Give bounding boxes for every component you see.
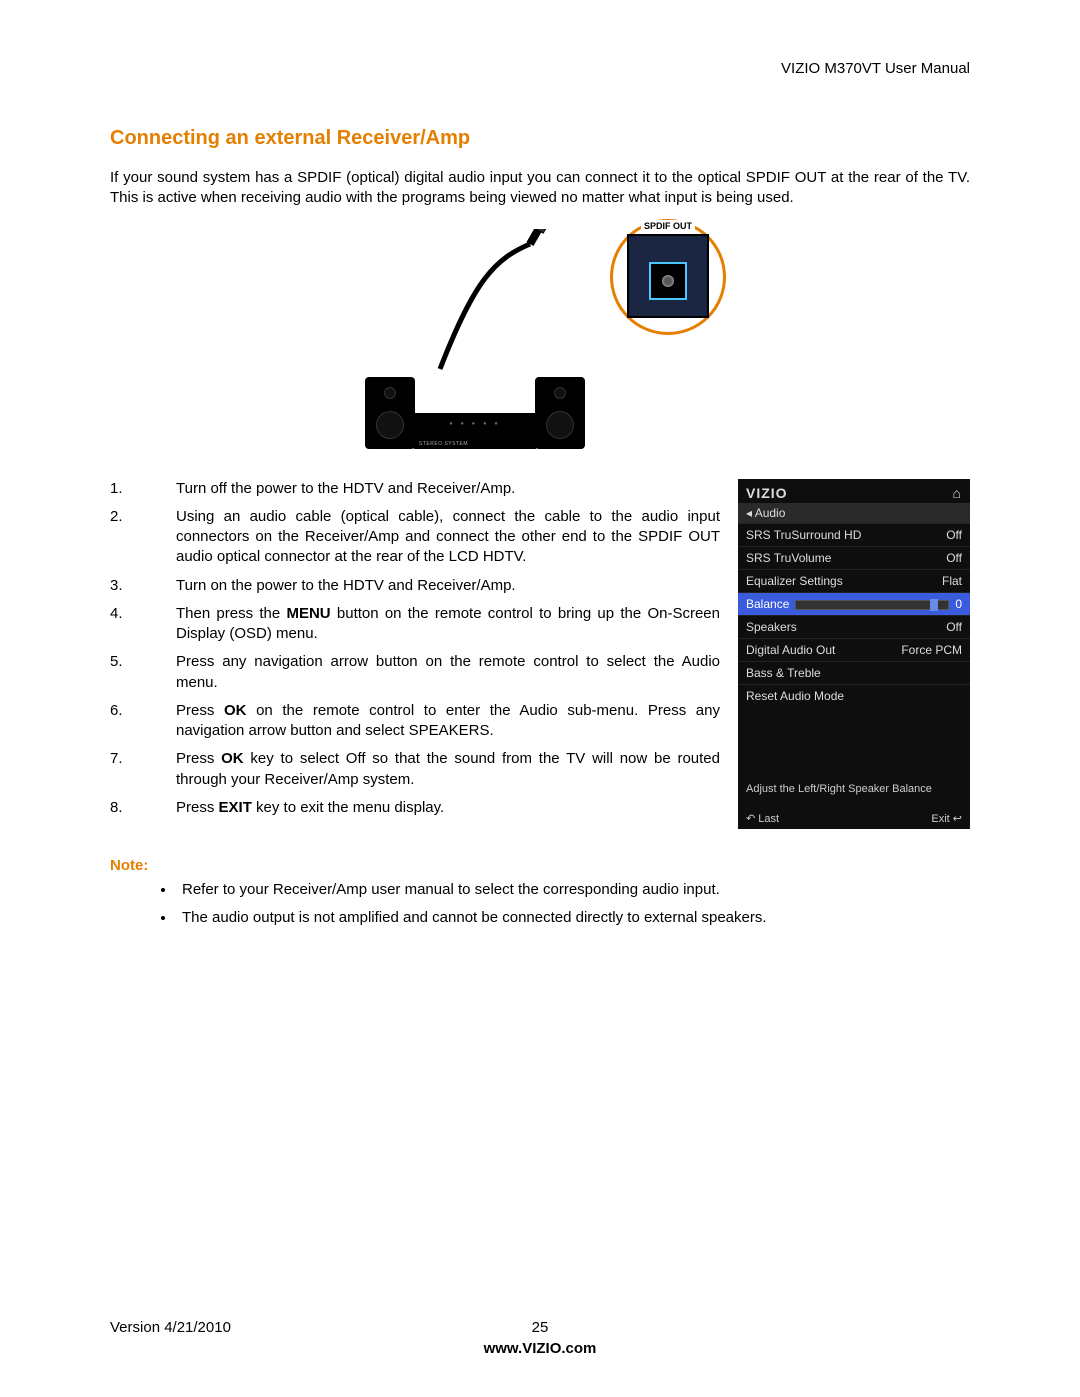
amplifier-icon: ● ● ● ● ● STEREO SYSTEM (413, 413, 537, 449)
note-label: Note: (110, 857, 970, 874)
back-arrow-icon: ◂ (746, 506, 755, 520)
osd-row-value: Off (946, 528, 962, 542)
osd-row-5: Digital Audio Out Force PCM (738, 638, 970, 661)
osd-row-label: Bass & Treble (746, 666, 821, 680)
osd-menu-title: ◂ Audio (738, 503, 970, 523)
osd-brand: VIZIO (746, 485, 788, 501)
osd-row-label: Reset Audio Mode (746, 689, 844, 703)
footer-url: www.VIZIO.com (110, 1340, 970, 1357)
osd-row-2: Equalizer Settings Flat (738, 569, 970, 592)
osd-help-text: Adjust the Left/Right Speaker Balance (746, 783, 962, 795)
amp-label: STEREO SYSTEM (419, 441, 468, 447)
speaker-left-icon (365, 377, 415, 449)
figure-speakers-amp: ● ● ● ● ● STEREO SYSTEM (365, 219, 585, 449)
osd-screenshot: VIZIO ⌂ ◂ Audio SRS TruSurround HDOffSRS… (738, 479, 970, 829)
step-2: Using an audio cable (optical cable), co… (110, 507, 720, 568)
osd-row-7: Reset Audio Mode (738, 684, 970, 707)
footer-page-number: 25 (532, 1319, 549, 1336)
osd-row-value: Off (946, 620, 962, 634)
spdif-panel-icon (627, 234, 709, 318)
home-icon: ⌂ (953, 485, 962, 501)
doc-title: VIZIO M370VT User Manual (110, 60, 970, 77)
spdif-label: SPDIF OUT (641, 220, 695, 232)
osd-row-value: Flat (942, 574, 962, 588)
osd-row-value: Off (946, 551, 962, 565)
step-8: Press EXIT key to exit the menu display. (110, 798, 720, 818)
osd-row-4: Speakers Off (738, 615, 970, 638)
osd-row-label: Digital Audio Out (746, 643, 835, 657)
osd-row-label: Balance (746, 597, 789, 611)
osd-row-value: 0 (955, 597, 962, 611)
step-1: Turn off the power to the HDTV and Recei… (110, 479, 720, 499)
osd-row-value: Force PCM (901, 643, 962, 657)
steps-list: Turn off the power to the HDTV and Recei… (110, 479, 720, 829)
optical-cable-icon (435, 229, 585, 379)
step-4: Then press the MENU button on the remote… (110, 604, 720, 645)
step-3: Turn on the power to the HDTV and Receiv… (110, 576, 720, 596)
step-5: Press any navigation arrow button on the… (110, 652, 720, 693)
osd-slider-icon (795, 600, 949, 610)
footer-version: Version 4/21/2010 (110, 1319, 231, 1336)
page-footer: Version 4/21/2010 25 www.VIZIO.com (110, 1319, 970, 1357)
notes-list: Refer to your Receiver/Amp user manual t… (110, 880, 970, 929)
note-1: Refer to your Receiver/Amp user manual t… (176, 880, 970, 900)
osd-row-1: SRS TruVolume Off (738, 546, 970, 569)
osd-row-label: Equalizer Settings (746, 574, 843, 588)
intro-paragraph: If your sound system has a SPDIF (optica… (110, 168, 970, 209)
section-title: Connecting an external Receiver/Amp (110, 127, 970, 150)
osd-row-label: SRS TruVolume (746, 551, 831, 565)
osd-row-0: SRS TruSurround HD Off (738, 523, 970, 546)
osd-footer-exit: Exit ↩ (931, 812, 962, 825)
speaker-right-icon (535, 377, 585, 449)
osd-row-6: Bass & Treble (738, 661, 970, 684)
note-2: The audio output is not amplified and ca… (176, 908, 970, 928)
figure-area: ● ● ● ● ● STEREO SYSTEM SPDIF OUT (110, 219, 970, 449)
osd-footer-last: ↶ Last (746, 812, 779, 825)
spdif-callout: SPDIF OUT (610, 219, 726, 335)
step-7: Press OK key to select Off so that the s… (110, 749, 720, 790)
osd-row-label: Speakers (746, 620, 797, 634)
spdif-port-icon (649, 262, 687, 300)
page: VIZIO M370VT User Manual Connecting an e… (0, 0, 1080, 1397)
osd-row-3: Balance 0 (738, 592, 970, 615)
osd-row-label: SRS TruSurround HD (746, 528, 861, 542)
step-6: Press OK on the remote control to enter … (110, 701, 720, 742)
